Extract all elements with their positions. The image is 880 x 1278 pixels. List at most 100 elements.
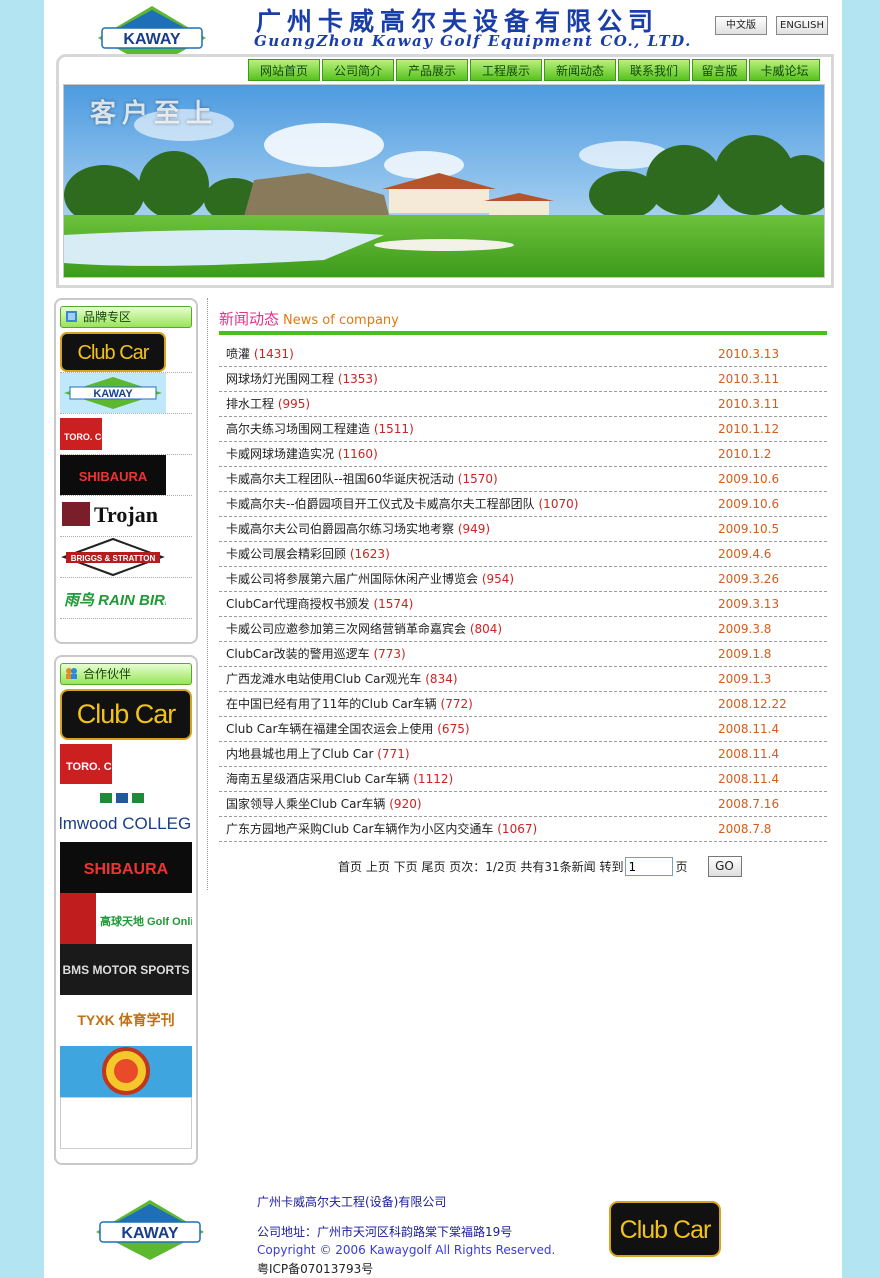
- footer-address: 公司地址：广州市天河区科韵路棠下棠福路19号: [257, 1225, 513, 1239]
- brand-rainbird[interactable]: 雨鸟 RAIN BIRD: [60, 578, 192, 619]
- news-link[interactable]: 在中国已经有用了11年的Club Car车辆 (772): [226, 692, 473, 716]
- news-link[interactable]: 卡威高尔夫公司伯爵园高尔练习场实地考察 (949): [226, 517, 490, 541]
- people-icon: [66, 668, 77, 679]
- news-view-count: (772): [440, 697, 473, 711]
- brand-shibaura[interactable]: SHIBAURA: [60, 455, 192, 496]
- news-view-count: (954): [481, 572, 515, 586]
- news-link[interactable]: 排水工程 (995): [226, 392, 310, 416]
- page-suffix: 页: [675, 860, 688, 874]
- news-date: 2009.10.6: [718, 472, 780, 486]
- lang-cn-button[interactable]: 中文版: [715, 16, 767, 35]
- news-link[interactable]: 卡威公司将参展第六届广州国际休闲产业博览会 (954): [226, 567, 514, 591]
- news-title: 卡威公司应邀参加第三次网络营销革命嘉宾会: [226, 622, 467, 636]
- page-jump-input[interactable]: [625, 857, 674, 876]
- news-date: 2009.3.26: [718, 572, 780, 586]
- company-name-en: GuangZhou Kaway Golf Equipment CO., LTD.: [254, 32, 692, 50]
- partner-empty-slot: [60, 1097, 192, 1149]
- partners-header: 合作伙伴: [60, 663, 192, 685]
- news-row: 卡威高尔夫工程团队--祖国60华诞庆祝活动 (1570) 2009.10.6: [219, 467, 827, 492]
- news-row: 卡威公司展会精彩回顾 (1623) 2009.4.6: [219, 542, 827, 567]
- news-date: 2008.11.4: [718, 722, 780, 736]
- partner-clubcar[interactable]: Club Car: [60, 689, 192, 740]
- svg-text:elmwood COLLEGE: elmwood COLLEGE: [60, 814, 192, 833]
- lang-en-button[interactable]: ENGLISH: [776, 16, 828, 35]
- svg-text:BRIGGS & STRATTON: BRIGGS & STRATTON: [71, 554, 156, 563]
- brand-clubcar-text: Club Car: [78, 342, 150, 364]
- news-view-count: (834): [425, 672, 458, 686]
- brand-zone-panel: 品牌专区 Club Car KAWAY TORO. Count on it. S…: [54, 298, 198, 644]
- news-date: 2008.7.8: [718, 822, 772, 836]
- cube-icon: [66, 311, 77, 322]
- nav-projects[interactable]: 工程展示: [470, 59, 542, 81]
- news-date: 2008.12.22: [718, 697, 787, 711]
- nav-home[interactable]: 网站首页: [248, 59, 320, 81]
- news-link[interactable]: 国家领导人乘坐Club Car车辆 (920): [226, 792, 422, 816]
- news-row: 内地县城也用上了Club Car (771) 2008.11.4: [219, 742, 827, 767]
- news-link[interactable]: 卡威公司应邀参加第三次网络营销革命嘉宾会 (804): [226, 617, 502, 641]
- footer-clubcar-logo[interactable]: Club Car: [609, 1201, 721, 1257]
- news-title: Club Car车辆在福建全国农运会上使用: [226, 722, 434, 736]
- news-link[interactable]: 高尔夫练习场围网工程建造 (1511): [226, 417, 414, 441]
- partner-golf-onlife[interactable]: 高球天地 Golf Onlife .com: [60, 893, 232, 944]
- nav-news[interactable]: 新闻动态: [544, 59, 616, 81]
- nav-guestbook[interactable]: 留言版: [692, 59, 747, 81]
- brand-kaway[interactable]: KAWAY: [60, 373, 192, 414]
- news-link[interactable]: Club Car车辆在福建全国农运会上使用 (675): [226, 717, 470, 741]
- partners-title: 合作伙伴: [83, 667, 132, 681]
- news-link[interactable]: 卡威高尔夫工程团队--祖国60华诞庆祝活动 (1570): [226, 467, 498, 491]
- news-link[interactable]: 内地县城也用上了Club Car (771): [226, 742, 410, 766]
- news-title: 广东方园地产采购Club Car车辆作为小区内交通车: [226, 822, 494, 836]
- partner-shibaura[interactable]: SHIBAURA: [60, 842, 192, 893]
- nav-products[interactable]: 产品展示: [396, 59, 468, 81]
- news-row: ClubCar改装的警用巡逻车 (773) 2009.1.8: [219, 642, 827, 667]
- news-view-count: (1570): [457, 472, 498, 486]
- news-title: 高尔夫练习场围网工程建造: [226, 422, 371, 436]
- go-button[interactable]: GO: [707, 856, 742, 877]
- svg-text:高球天地 Golf Onlife .com: 高球天地 Golf Onlife .com: [100, 914, 192, 928]
- nav-forum[interactable]: 卡威论坛: [749, 59, 820, 81]
- brand-toro[interactable]: TORO. Count on it.: [60, 414, 192, 455]
- news-link[interactable]: 喷灌 (1431): [226, 342, 294, 366]
- partner-toro[interactable]: TORO. Count on it.: [60, 740, 192, 791]
- logo-text: KAWAY: [123, 31, 181, 48]
- footer-icp[interactable]: 粤ICP备07013793号: [257, 1260, 373, 1277]
- news-link[interactable]: 海南五星级酒店采用Club Car车辆 (1112): [226, 767, 453, 791]
- partner-tyxk[interactable]: TYXK 体育学刊: [60, 995, 192, 1046]
- brand-zone-title: 品牌专区: [83, 310, 132, 324]
- partner-bms[interactable]: BMS MOTOR SPORTS: [60, 944, 192, 995]
- svg-text:KAWAY: KAWAY: [93, 388, 133, 400]
- footer-logo: KAWAY: [96, 1200, 204, 1260]
- news-row: 喷灌 (1431) 2010.3.13: [219, 342, 827, 367]
- news-view-count: (1160): [337, 447, 378, 461]
- svg-text:SHIBAURA: SHIBAURA: [79, 469, 148, 484]
- news-title: ClubCar代理商授权书颁发: [226, 597, 370, 611]
- nav-about[interactable]: 公司简介: [322, 59, 394, 81]
- news-view-count: (1623): [349, 547, 390, 561]
- news-link[interactable]: 广东方园地产采购Club Car车辆作为小区内交通车 (1067): [226, 817, 537, 841]
- news-row: 网球场灯光围网工程 (1353) 2010.3.11: [219, 367, 827, 392]
- news-link[interactable]: 网球场灯光围网工程 (1353): [226, 367, 378, 391]
- svg-text:Club Car: Club Car: [620, 1216, 711, 1244]
- svg-text:Trojan: Trojan: [94, 502, 158, 527]
- partner-elmwood[interactable]: elmwood COLLEGE: [49, 791, 203, 842]
- news-view-count: (675): [437, 722, 470, 736]
- news-link[interactable]: 广西龙滩水电站使用Club Car观光车 (834): [226, 667, 458, 691]
- svg-text:KAWAY: KAWAY: [121, 1225, 179, 1242]
- news-link[interactable]: ClubCar代理商授权书颁发 (1574): [226, 592, 413, 616]
- news-view-count: (920): [389, 797, 422, 811]
- news-view-count: (1112): [413, 772, 454, 786]
- news-link[interactable]: 卡威网球场建造实况 (1160): [226, 442, 378, 466]
- nav-contact[interactable]: 联系我们: [618, 59, 690, 81]
- svg-text:Club Car: Club Car: [77, 699, 177, 729]
- news-list: 喷灌 (1431) 2010.3.13 网球场灯光围网工程 (1353) 2010.3…: [219, 342, 827, 842]
- brand-trojan[interactable]: Trojan: [60, 496, 192, 537]
- brand-clubcar[interactable]: Club Car: [60, 332, 192, 373]
- partner-emblem[interactable]: [60, 1046, 192, 1097]
- news-date: 2008.11.4: [718, 772, 780, 786]
- news-title: 卡威高尔夫公司伯爵园高尔练习场实地考察: [226, 522, 455, 536]
- news-link[interactable]: 卡威公司展会精彩回顾 (1623): [226, 542, 390, 566]
- news-link[interactable]: ClubCar改装的警用巡逻车 (773): [226, 642, 406, 666]
- news-date: 2009.10.6: [718, 497, 780, 511]
- brand-briggs-stratton[interactable]: BRIGGS & STRATTON: [60, 537, 192, 578]
- news-link[interactable]: 卡威高尔夫--伯爵园项目开工仪式及卡威高尔夫工程部团队 (1070): [226, 492, 578, 516]
